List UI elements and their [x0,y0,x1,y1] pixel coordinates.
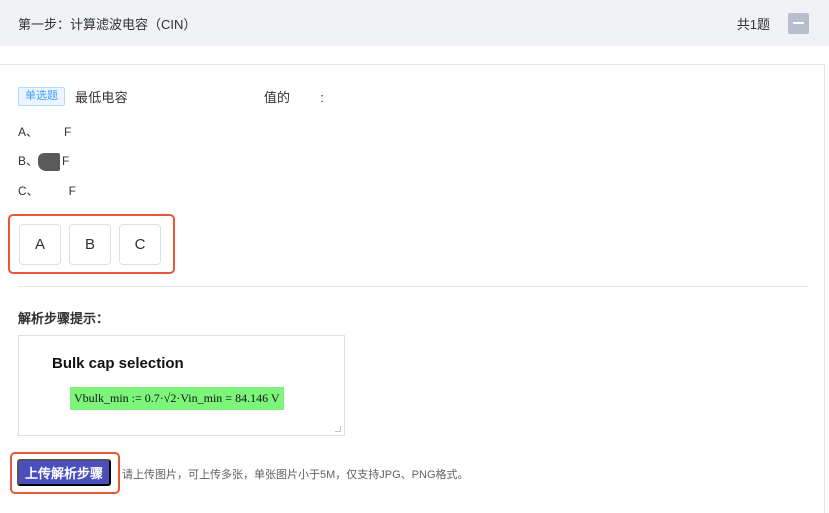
option-c: C、 F [18,182,76,199]
resize-handle-icon [335,426,341,432]
question-text-mid: 值的 [263,89,291,105]
upload-tip: 请上传图片，可上传多张，单张图片小于5M，仅支持JPG、PNG格式。 [122,469,469,481]
hint-formula: Vbulk_min := 0.7·√2·Vin_min = 84.146 V [70,387,284,410]
answer-button-c[interactable]: C [119,224,161,265]
question-count: 共1题 [736,16,770,32]
option-unit: F [62,154,70,168]
option-unit: F [68,184,77,198]
option-prefix: C、 [18,184,39,198]
option-b: B、 F [18,152,69,171]
option-a: A、 F [18,123,71,140]
hint-image-title: Bulk cap selection [52,355,184,372]
question-panel [0,64,825,513]
redacted-region [38,152,61,171]
section-divider [18,286,808,287]
answer-button-b[interactable]: B [69,224,111,265]
hint-heading: 解析步骤提示： [18,311,110,326]
minus-icon [793,22,804,24]
collapse-button[interactable] [788,12,809,34]
option-prefix: B、 [18,154,39,168]
step-header: 第一步：计算滤波电容（CIN） 共1题 [0,0,829,46]
question-text: 最低电容 值的: [75,87,324,106]
upload-steps-button[interactable]: 上传解析步骤 [17,459,111,486]
question-stem: 单选题 最低电容 值的: [18,86,324,106]
question-type-badge: 单选题 [18,86,65,106]
question-text-start: 最低电容 [75,89,128,105]
option-unit: F [64,125,72,139]
hint-image[interactable]: Bulk cap selection Vbulk_min := 0.7·√2·V… [18,335,345,436]
question-text-end: : [320,89,325,105]
answer-button-a[interactable]: A [19,224,61,265]
option-prefix: A、 [18,125,39,139]
step-title: 第一步：计算滤波电容（CIN） [18,16,197,32]
